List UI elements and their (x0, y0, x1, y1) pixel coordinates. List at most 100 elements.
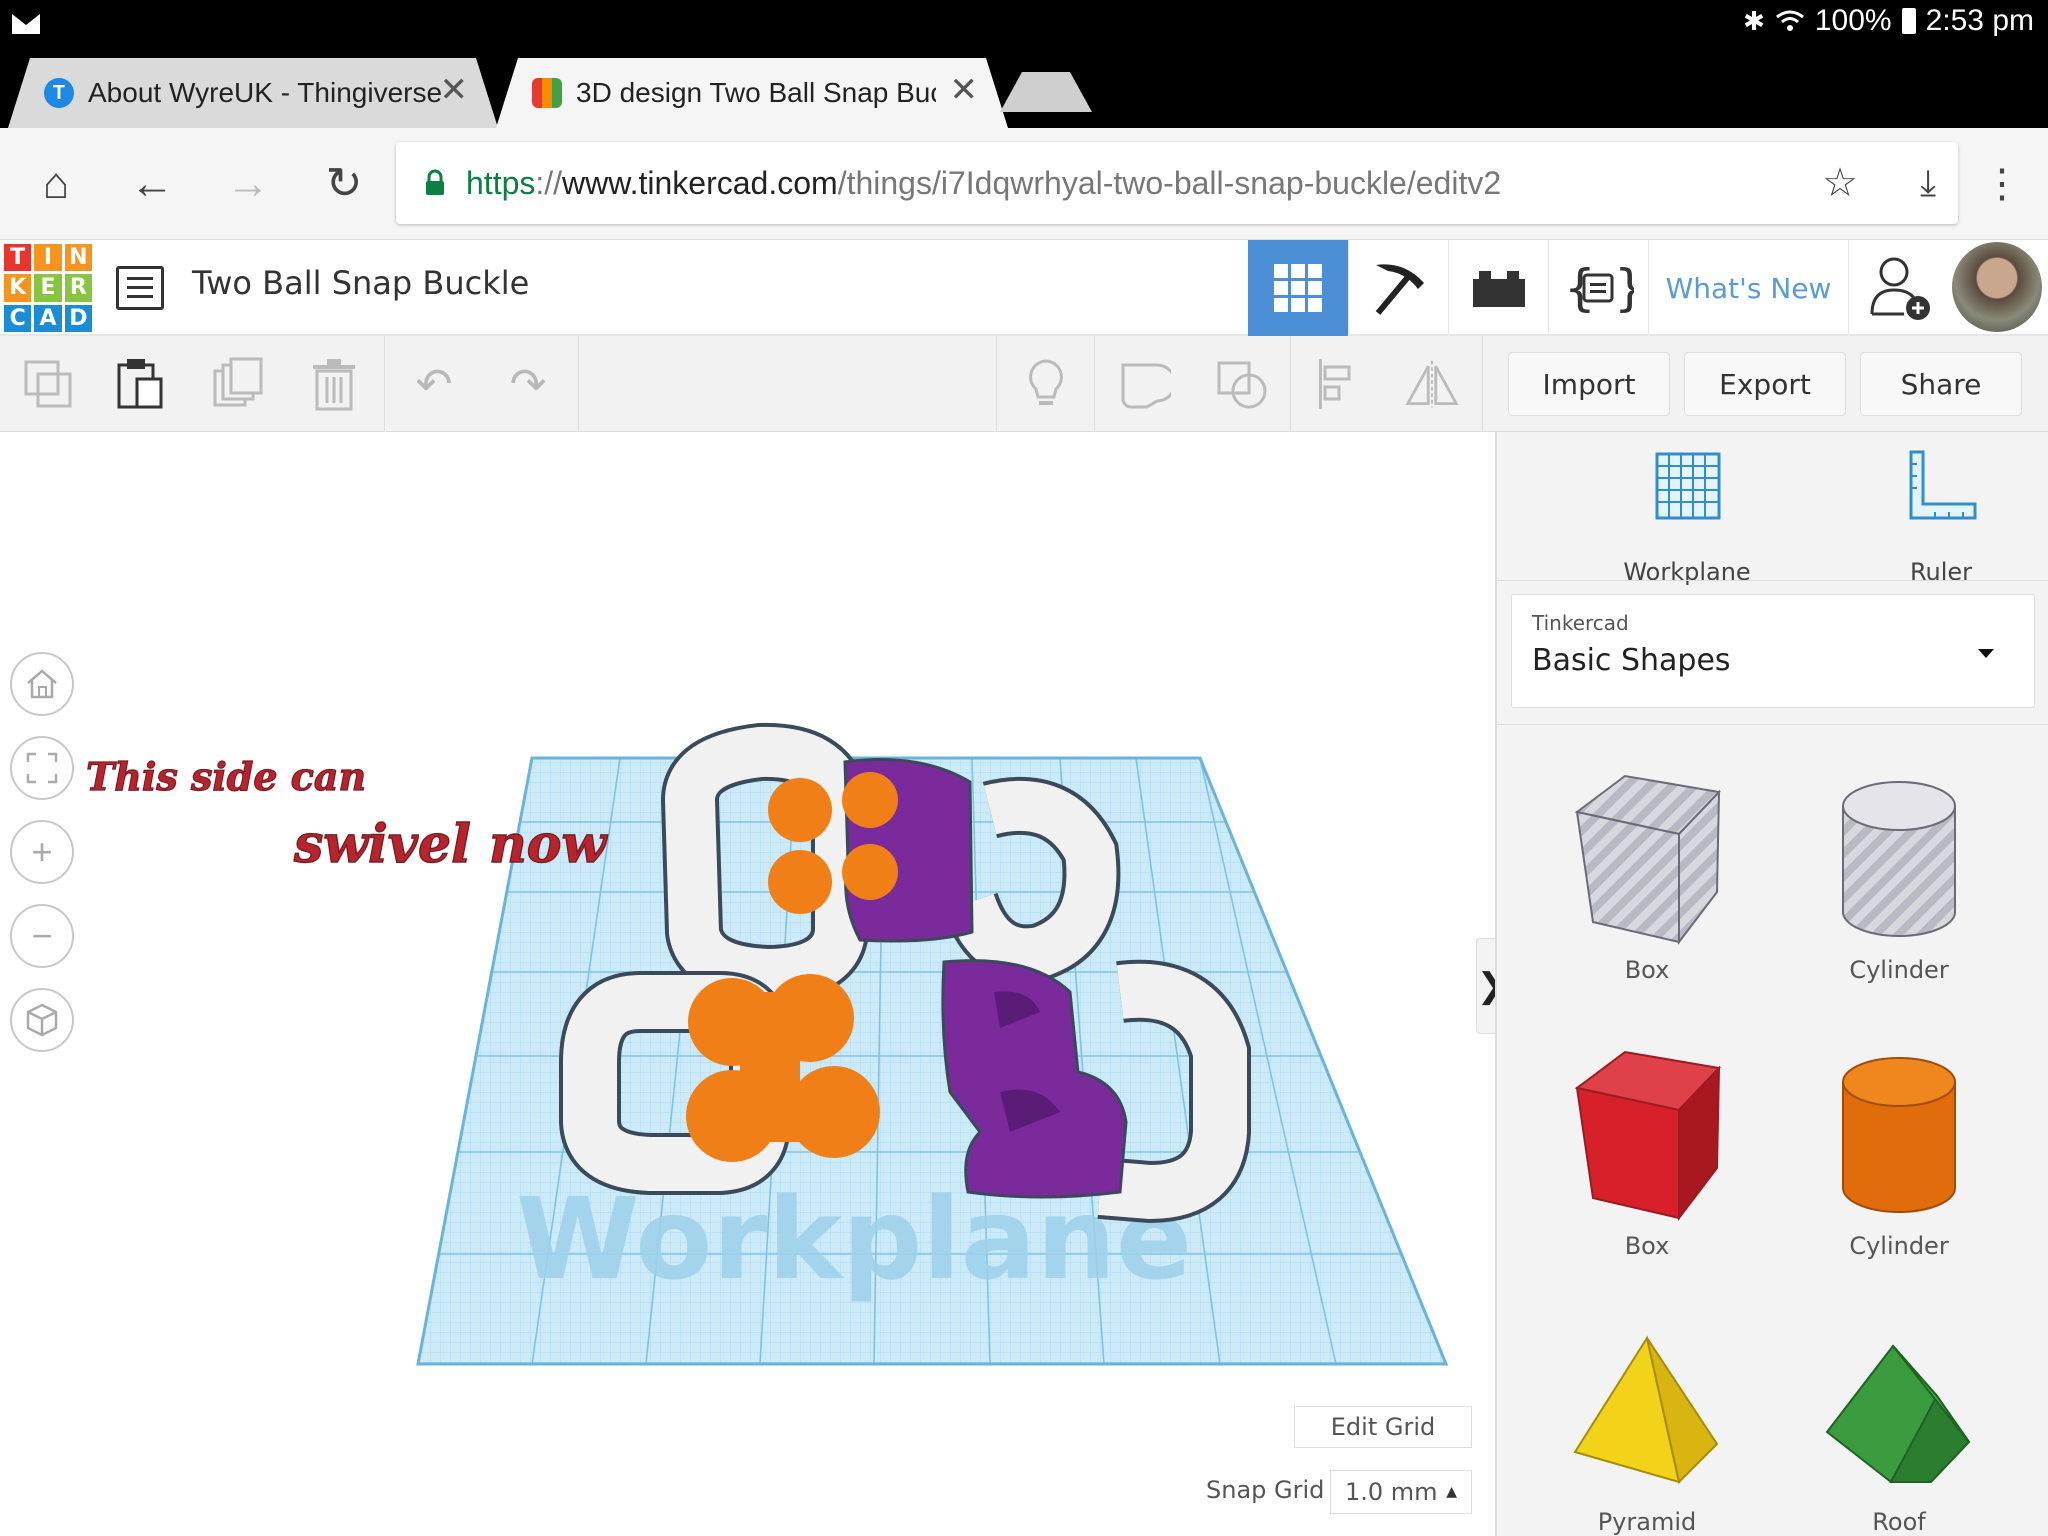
grid-icon (1274, 264, 1322, 312)
minus-icon: − (31, 915, 53, 956)
bookmark-star-icon[interactable]: ☆ (1822, 160, 1858, 206)
codeblocks-icon: {} (1564, 259, 1634, 317)
address-bar[interactable]: https://www.tinkercad.com/things/i7Idqwr… (396, 142, 1958, 224)
plus-icon: + (31, 831, 53, 872)
svg-text:}: } (1614, 259, 1634, 317)
undo-icon[interactable]: ↶ (406, 356, 462, 412)
home-view-icon (27, 669, 57, 699)
url-text: https://www.tinkercad.com/things/i7Idqwr… (466, 164, 1502, 201)
notes-lightbulb-icon[interactable] (1018, 356, 1074, 412)
wifi-icon (1775, 10, 1804, 31)
dropdown-caret-icon (1978, 649, 1994, 658)
snap-grid-select[interactable]: 1.0 mm ▲ (1330, 1470, 1472, 1514)
view-3d-grid-button[interactable] (1248, 240, 1348, 336)
zoom-out-button[interactable]: − (10, 904, 74, 968)
tinkercad-favicon-icon (532, 78, 562, 108)
pickaxe-icon (1375, 264, 1424, 315)
shape-roof[interactable]: Roof (1799, 1332, 1999, 1536)
align-icon[interactable] (1310, 356, 1366, 412)
shape-box-hole[interactable]: Box (1547, 772, 1747, 1032)
shape-library-select[interactable]: Tinkercad Basic Shapes (1511, 594, 2035, 708)
fit-view-button[interactable] (10, 736, 74, 800)
whats-new-link[interactable]: What's New (1648, 240, 1848, 336)
bricks-button[interactable] (1448, 240, 1548, 336)
shape-label: Cylinder (1849, 1232, 1949, 1260)
bluetooth-icon: ✱ (1743, 5, 1765, 36)
orthographic-view-button[interactable] (10, 988, 74, 1052)
copy-icon[interactable] (20, 356, 76, 412)
home-icon[interactable]: ⌂ (30, 158, 82, 210)
snap-grid-label: Snap Grid (1206, 1476, 1325, 1504)
forward-icon[interactable]: → (222, 158, 274, 210)
tinkercad-logo[interactable]: T I N K E R C A D (4, 244, 92, 332)
ruler-label: Ruler (1909, 558, 1973, 586)
add-user-button[interactable] (1848, 240, 1950, 336)
shape-label: Roof (1872, 1508, 1926, 1536)
cylinder-hole-icon (1842, 781, 1956, 937)
edit-grid-button[interactable]: Edit Grid (1294, 1406, 1472, 1448)
duplicate-icon[interactable] (210, 356, 266, 412)
ungroup-icon[interactable] (1214, 356, 1270, 412)
edit-toolbar: ↶ ↷ Import Export Share (0, 336, 2048, 432)
roof-icon (1825, 1344, 1971, 1484)
blocks-pickaxe-button[interactable] (1348, 240, 1448, 336)
design-list-icon[interactable] (116, 266, 164, 310)
back-icon[interactable]: ← (126, 158, 178, 210)
library-name: Basic Shapes (1532, 643, 1731, 678)
tinkercad-header: T I N K E R C A D Two Ball Snap Buckle {… (0, 240, 2048, 336)
export-button[interactable]: Export (1684, 352, 1846, 416)
shape-label: Box (1624, 956, 1670, 984)
shape-cylinder-hole[interactable]: Cylinder (1799, 772, 1999, 1032)
import-button[interactable]: Import (1508, 352, 1670, 416)
svg-text:{: { (1564, 259, 1596, 317)
user-avatar[interactable] (1952, 242, 2042, 332)
thingiverse-favicon-icon: T (44, 78, 74, 108)
annotation-line-2: swivel now (293, 814, 608, 875)
share-button[interactable]: Share (1860, 352, 2022, 416)
delete-icon[interactable] (306, 356, 362, 412)
3d-viewport[interactable]: Workplane This side can swivel now + − ❯… (0, 432, 1506, 1536)
add-user-icon (1870, 257, 1930, 320)
new-tab-button[interactable] (1000, 72, 1092, 112)
workplane-label: Workplane (1623, 558, 1751, 586)
download-icon[interactable]: ⤓ (1920, 162, 1936, 205)
box-hole-icon (1574, 774, 1722, 945)
design-title[interactable]: Two Ball Snap Buckle (192, 264, 529, 302)
ruler-tool[interactable]: Ruler (1841, 450, 2041, 600)
workplane-tool[interactable]: Workplane (1587, 450, 1787, 600)
shape-cylinder[interactable]: Cylinder (1799, 1048, 1999, 1308)
shapes-panel: Workplane Ruler Tinkercad Basic Shapes B… (1495, 432, 2048, 1536)
status-bar: ✱ 100% 2:53 pm (0, 0, 2048, 46)
close-tab-icon[interactable]: ✕ (440, 70, 469, 110)
mirror-icon[interactable] (1404, 356, 1460, 412)
tab-thingiverse[interactable]: T About WyreUK - Thingiverse ✕ (8, 58, 498, 128)
shape-pyramid[interactable]: Pyramid (1547, 1332, 1747, 1536)
battery-icon (1901, 8, 1916, 34)
redo-icon[interactable]: ↷ (500, 356, 556, 412)
tab-strip: T About WyreUK - Thingiverse ✕ 3D design… (0, 46, 2048, 128)
shape-label: Box (1624, 1232, 1670, 1260)
annotation-line-1: This side can (86, 754, 366, 799)
home-view-button[interactable] (10, 652, 74, 716)
email-notification-icon (12, 14, 40, 34)
workplane-grid[interactable]: Workplane This side can swivel now (0, 432, 1495, 1536)
lock-icon (426, 169, 444, 195)
reload-icon[interactable]: ↻ (318, 158, 370, 210)
browser-toolbar: ⌂ ← → ↻ https://www.tinkercad.com/things… (0, 128, 2048, 240)
ruler-icon (1909, 450, 1977, 520)
cube-view-icon (26, 1003, 58, 1037)
codeblocks-button[interactable]: {} (1548, 240, 1648, 336)
zoom-in-button[interactable]: + (10, 820, 74, 884)
battery-percent: 100% (1814, 4, 1892, 37)
clock: 2:53 pm (1925, 4, 2034, 37)
shape-box[interactable]: Box (1547, 1048, 1747, 1308)
paste-icon[interactable] (112, 356, 168, 412)
pyramid-icon (1573, 1335, 1719, 1484)
tab-tinkercad[interactable]: 3D design Two Ball Snap Buc ✕ (496, 58, 1008, 128)
group-icon[interactable] (1116, 356, 1172, 412)
close-tab-icon[interactable]: ✕ (950, 70, 979, 110)
tab-title: 3D design Two Ball Snap Buc (576, 77, 936, 108)
fit-view-icon (26, 752, 58, 784)
shape-label: Pyramid (1597, 1508, 1697, 1536)
menu-kebab-icon[interactable]: ⋮ (1976, 158, 2028, 210)
